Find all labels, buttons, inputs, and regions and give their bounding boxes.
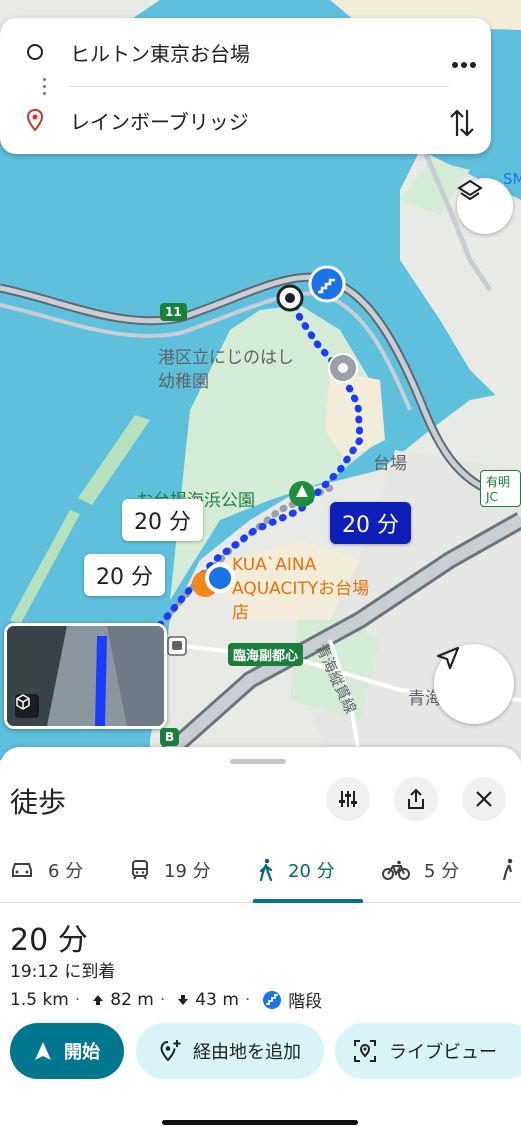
add-waypoint-button[interactable]: 経由地を追加: [136, 1023, 324, 1079]
sliders-icon: [339, 791, 357, 807]
add-location-icon: [159, 1039, 181, 1063]
destination-field[interactable]: レインボーブリッジ: [0, 100, 491, 140]
origin-field[interactable]: ヒルトン東京お台場: [0, 32, 491, 72]
arrow-up-icon: [92, 994, 104, 1006]
route-options-button[interactable]: [326, 777, 370, 821]
train-icon: [130, 859, 150, 881]
layers-icon: [457, 179, 483, 201]
share-button[interactable]: [394, 777, 438, 821]
map-label-harumi-jct: 有明JC: [480, 470, 521, 507]
person-icon: [500, 858, 518, 882]
sheet-title: 徒歩: [10, 786, 67, 819]
home-indicator[interactable]: [162, 1120, 358, 1125]
map-label-kindergarten: 港区立にじのはし 幼稚園: [158, 348, 294, 392]
stairs-icon: [262, 990, 282, 1010]
separator-dot: ·: [244, 989, 251, 1010]
live-view-button[interactable]: ライブビュー: [335, 1023, 521, 1079]
circle-outline-icon: [0, 43, 70, 61]
swap-button[interactable]: [447, 106, 477, 140]
route-stairs: 階段: [288, 992, 323, 1012]
map-label-kua-aina: KUA`AINA AQUACITYお台場 店: [232, 555, 370, 623]
street-view-thumbnail[interactable]: [4, 623, 167, 729]
start-label: 開始: [64, 1042, 100, 1063]
route-shield-b: B: [160, 728, 180, 746]
live-view-label: ライブビュー: [389, 1042, 497, 1063]
tab-more-modes[interactable]: [500, 842, 521, 898]
tab-transit[interactable]: 19 分: [130, 842, 211, 898]
directions-bottom-sheet: 徒歩 6 分 19 分 20 分 5 分 20 分 19:12 に到着 1.5 …: [0, 747, 521, 1127]
live-view-icon: [353, 1039, 377, 1063]
cube-3d-icon: [15, 694, 39, 718]
walk-icon: [258, 858, 274, 882]
separator-dot: ·: [159, 989, 166, 1010]
map-label-daiba: 台場: [373, 454, 407, 474]
bike-duration: 5 分: [424, 861, 460, 882]
navigation-arrow-icon: [34, 1041, 52, 1061]
arrow-down-icon: [177, 994, 189, 1006]
route-connector-dots: [43, 74, 47, 99]
route-stats: 1.5 km · 82 m · 43 m · 階段: [10, 987, 323, 1013]
share-icon: [408, 788, 424, 809]
active-tab-indicator: [253, 899, 363, 903]
waypoint-label: 経由地を追加: [193, 1042, 301, 1063]
tab-walk[interactable]: 20 分: [258, 842, 335, 898]
more-options-button[interactable]: [451, 50, 477, 75]
tab-bike[interactable]: 5 分: [382, 842, 459, 898]
arrival-time: 19:12 に到着: [10, 962, 116, 982]
origin-text: ヒルトン東京お台場: [70, 41, 250, 66]
layers-button[interactable]: [457, 178, 513, 234]
destination-text: レインボーブリッジ: [70, 109, 249, 134]
route-shield-11: 11: [160, 303, 187, 321]
transit-duration: 19 分: [164, 861, 211, 882]
route-duration: 20 分: [10, 923, 88, 958]
close-icon: [476, 791, 492, 807]
start-navigation-button[interactable]: 開始: [10, 1023, 124, 1079]
map-label-sm: SM: [503, 170, 521, 188]
separator-dot: ·: [74, 989, 81, 1010]
car-duration: 6 分: [48, 861, 84, 882]
more-horizontal-icon: [452, 62, 476, 68]
tab-car[interactable]: 6 分: [10, 842, 83, 898]
swap-vertical-icon: [450, 109, 474, 137]
route-ascent: 82 m: [110, 989, 154, 1010]
route-time-tooltip-selected[interactable]: 20 分: [330, 502, 411, 544]
navigation-arrow-icon: [436, 646, 460, 670]
travel-mode-tabs: 6 分 19 分 20 分 5 分: [0, 842, 521, 903]
route-distance: 1.5 km: [10, 989, 69, 1010]
field-divider: [70, 86, 449, 87]
my-location-button[interactable]: [434, 644, 514, 724]
sheet-drag-handle[interactable]: [230, 759, 286, 764]
location-pin-icon: [0, 109, 70, 131]
route-time-tooltip-alt-2[interactable]: 20 分: [84, 554, 165, 596]
route-time-tooltip-alt-1[interactable]: 20 分: [122, 499, 203, 541]
route-descent: 43 m: [195, 989, 239, 1010]
walk-duration: 20 分: [288, 861, 335, 882]
bike-icon: [382, 860, 410, 880]
map-label-station: 臨海副都心: [228, 643, 304, 666]
car-icon: [10, 861, 34, 879]
close-button[interactable]: [462, 777, 506, 821]
directions-search-card: ヒルトン東京お台場 レインボーブリッジ: [0, 18, 491, 154]
